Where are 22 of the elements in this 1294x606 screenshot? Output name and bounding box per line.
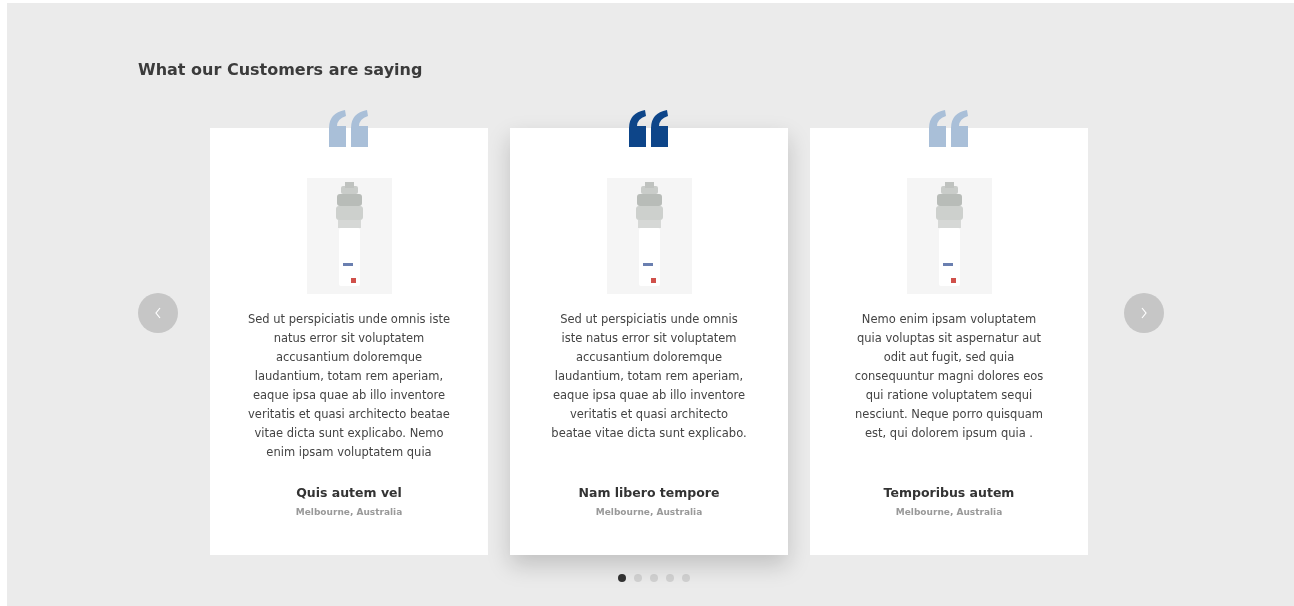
customer-name: Quis autem vel bbox=[296, 484, 402, 502]
pagination-dot[interactable] bbox=[650, 574, 658, 582]
customer-location: Melbourne, Australia bbox=[595, 506, 703, 519]
chevron-left-icon bbox=[153, 305, 163, 321]
pagination-dot[interactable] bbox=[666, 574, 674, 582]
quote-icon bbox=[929, 110, 969, 147]
testimonial-text: Sed ut perspiciatis unde omnis iste natus error sit voluptatem accusantium doloremque laudantium, totam rem aperiam, eaque ipsa quae ab illo inventore veritatis et quasi architecto beatae vitae dicta sunt explicabo. bbox=[550, 311, 748, 442]
next-button[interactable] bbox=[1124, 293, 1164, 333]
testimonial-text: Sed ut perspiciatis unde omnis iste natus error sit voluptatem accusantium doloremque laudantium, totam rem aperiam, eaque ipsa quae ab illo inventore veritatis et quasi architecto beatae vitae dicta sunt explicabo. Nemo enim ipsam voluptatem quia bbox=[246, 311, 451, 461]
customer-location: Melbourne, Australia bbox=[895, 506, 1003, 519]
customer-name: Temporibus autem bbox=[883, 484, 1015, 502]
quote-icon bbox=[629, 110, 669, 147]
pagination-dot[interactable] bbox=[618, 574, 626, 582]
section-heading: What our Customers are saying bbox=[138, 59, 424, 81]
customer-name: Nam libero tempore bbox=[578, 484, 720, 502]
previous-button[interactable] bbox=[138, 293, 178, 333]
pagination-dot[interactable] bbox=[634, 574, 642, 582]
chevron-right-icon bbox=[1139, 305, 1149, 321]
testimonial-text: Nemo enim ipsam voluptatem quia voluptas sit aspernatur aut odit aut fugit, sed quia consequuntur magni dolores eos qui ratione voluptatem sequi nesciunt. Neque porro quisquam est, qui dolorem ipsum quia . bbox=[854, 311, 1044, 442]
customer-location: Melbourne, Australia bbox=[295, 506, 403, 519]
pagination-dot[interactable] bbox=[682, 574, 690, 582]
quote-icon bbox=[329, 110, 369, 147]
